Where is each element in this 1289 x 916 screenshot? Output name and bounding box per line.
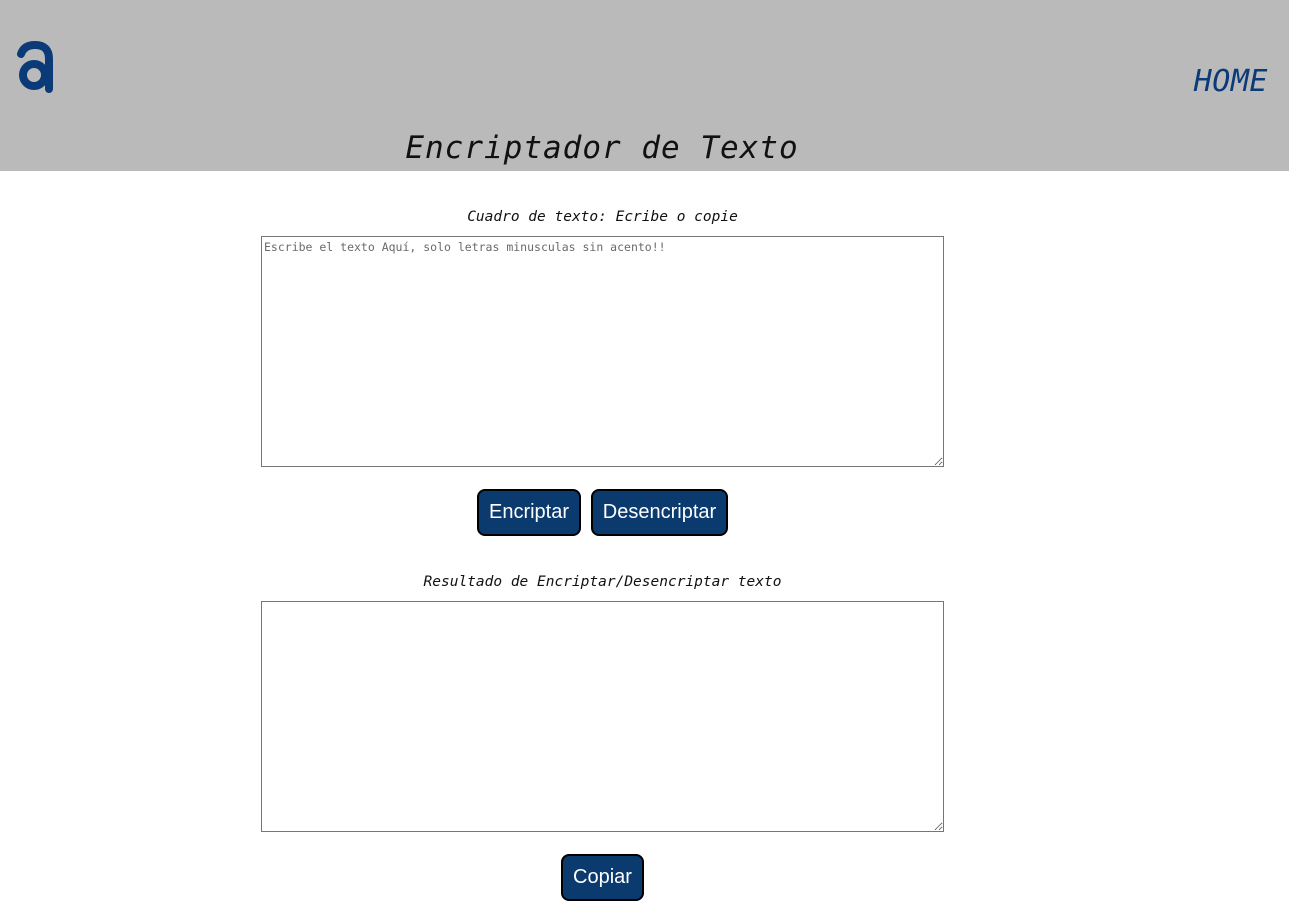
page-title: Encriptador de Texto [405,130,799,166]
output-textarea[interactable] [261,601,944,832]
encrypt-button[interactable]: Encriptar [477,489,581,536]
header: HOME Encriptador de Texto [0,0,1289,171]
output-label: Resultado de Encriptar/Desencriptar text… [423,574,782,590]
input-textarea[interactable] [261,236,944,467]
home-link[interactable]: HOME [1194,64,1268,99]
input-label: Cuadro de texto: Ecribe o copie [467,209,738,225]
copy-button[interactable]: Copiar [561,854,644,901]
logo-a-icon[interactable] [16,40,54,96]
decrypt-button[interactable]: Desencriptar [591,489,728,536]
